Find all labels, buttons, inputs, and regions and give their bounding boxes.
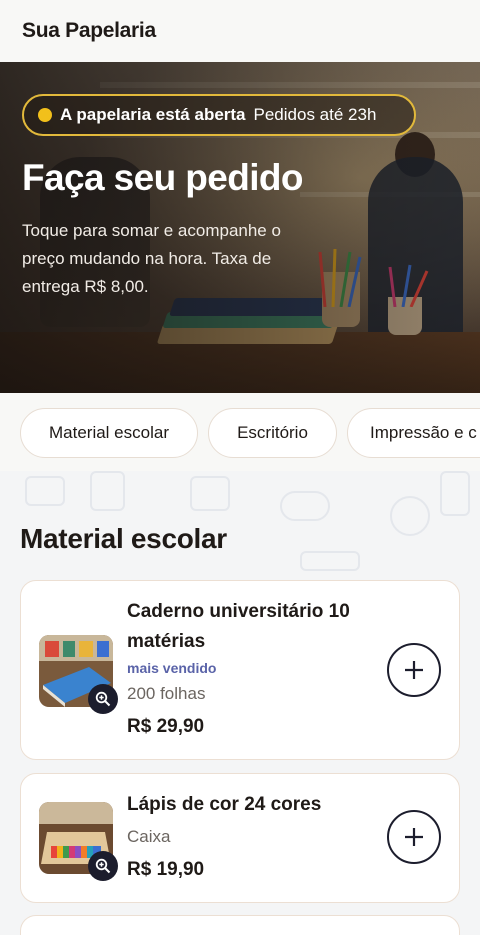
store-status-badge: A papelaria está aberta Pedidos até 23h [22, 94, 416, 136]
zoom-button[interactable] [88, 684, 118, 714]
hero-title: Faça seu pedido [22, 157, 304, 198]
add-to-cart-button[interactable] [387, 643, 441, 697]
product-price: R$ 29,90 [127, 716, 205, 737]
plus-icon [405, 661, 423, 679]
category-tabs: Material escolar Escritório Impressão e … [0, 393, 480, 471]
section-title: Material escolar [20, 523, 227, 554]
background-doodle [280, 491, 330, 521]
category-chip-material-escolar[interactable]: Material escolar [20, 408, 198, 458]
status-dot-icon [38, 108, 52, 122]
hero-description: Toque para somar e acompanhe o preço mud… [22, 221, 281, 296]
product-detail: Caixa [127, 827, 171, 846]
hero-banner: A papelaria está aberta Pedidos até 23h … [0, 62, 480, 393]
product-name: Lápis de cor 24 cores [127, 794, 322, 815]
category-chip-impressao[interactable]: Impressão e c [347, 408, 480, 458]
background-doodle [25, 476, 65, 506]
add-to-cart-button[interactable] [387, 810, 441, 864]
bestseller-badge: mais vendido [127, 660, 217, 676]
plus-icon [405, 828, 423, 846]
product-price: R$ 19,90 [127, 859, 205, 880]
background-doodle [440, 471, 470, 516]
zoom-in-icon [95, 858, 111, 874]
background-doodle [390, 496, 430, 536]
product-name: Caderno universitário 10 matérias [127, 601, 350, 652]
zoom-in-icon [95, 691, 111, 707]
brand-logo-text[interactable]: Sua Papelaria [22, 19, 156, 43]
status-main-text: A papelaria está aberta [60, 105, 246, 124]
background-doodle [300, 551, 360, 571]
background-doodle [190, 476, 230, 511]
product-detail: 200 folhas [127, 684, 206, 703]
zoom-button[interactable] [88, 851, 118, 881]
top-bar: Sua Papelaria [0, 0, 480, 62]
product-card[interactable]: Caderno universitário 10 matérias mais v… [20, 580, 460, 760]
product-card[interactable]: Lápis de cor 24 cores Caixa R$ 19,90 [20, 773, 460, 903]
background-doodle [90, 471, 125, 511]
category-chip-escritorio[interactable]: Escritório [208, 408, 337, 458]
status-hours-text: Pedidos até 23h [253, 105, 377, 124]
product-card[interactable] [20, 915, 460, 935]
